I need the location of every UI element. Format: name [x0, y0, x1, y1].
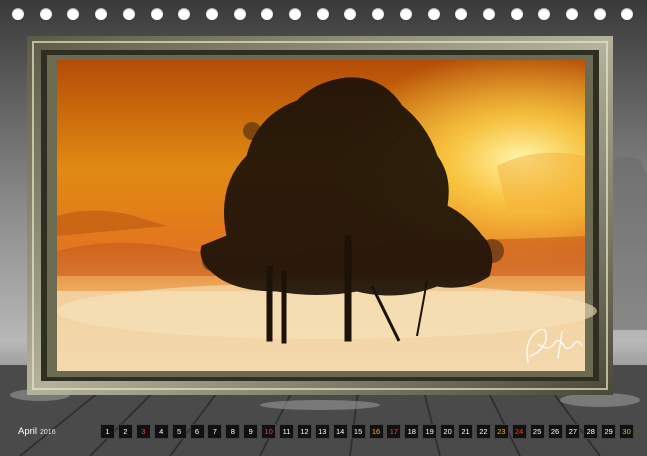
calendar-day: 7 — [207, 424, 223, 439]
binding-hole — [289, 8, 301, 20]
calendar-day: 8 — [225, 424, 241, 439]
calendar-day: 5 — [171, 424, 187, 439]
binding-hole — [593, 8, 606, 20]
calendar-day: 17 — [386, 424, 402, 439]
calendar-day: 20 — [440, 424, 456, 439]
binding-hole — [510, 8, 523, 20]
binding-hole — [67, 8, 80, 20]
binding-hole — [427, 8, 440, 20]
calendar-day: 10 — [261, 424, 277, 439]
year-label: 2016 — [40, 429, 56, 436]
binding-hole — [344, 8, 357, 20]
calendar-day: 29 — [601, 424, 617, 439]
calendar-day: 23 — [493, 424, 509, 439]
binding-hole — [455, 8, 468, 20]
calendar-day: 11 — [279, 424, 294, 439]
month-label: April — [18, 426, 38, 437]
binding-hole — [621, 8, 634, 20]
calendar-day: 26 — [547, 424, 563, 439]
binding-hole — [12, 8, 24, 20]
calendar-day: 30 — [619, 424, 635, 439]
calendar-strip: April 2016 1 2 3 4 5 6 7 8 9 10 11 12 13 14 15 16 17 18 19 2… — [14, 423, 635, 441]
calendar-day: 14 — [332, 424, 348, 439]
calendar-day: 1 — [100, 424, 115, 439]
calendar-day: 21 — [458, 424, 473, 439]
binding-hole — [399, 8, 412, 20]
calendar-day: 6 — [189, 424, 205, 439]
binding-hole — [538, 8, 551, 20]
calendar-day: 19 — [422, 424, 438, 439]
binding-hole — [566, 8, 578, 20]
binding-hole — [233, 8, 246, 20]
calendar-day: 12 — [296, 424, 312, 439]
calendar-day: 13 — [314, 424, 330, 439]
calendar-month: April 2016 — [18, 426, 56, 437]
binding-hole — [39, 8, 52, 20]
binding-hole — [150, 8, 163, 20]
binding-hole — [316, 8, 329, 20]
calendar-day: 28 — [583, 424, 599, 439]
calendar-day: 27 — [565, 424, 581, 439]
binding-hole — [122, 8, 135, 20]
binding-hole — [205, 8, 218, 20]
calendar-day: 3 — [135, 424, 151, 439]
calendar-day: 24 — [511, 424, 527, 439]
photographer-signature — [526, 328, 583, 363]
calendar-day: 9 — [243, 424, 259, 439]
calendar-day: 22 — [475, 424, 491, 439]
calendar-day: 16 — [368, 424, 384, 439]
calendar-day: 15 — [350, 424, 366, 439]
binding-hole — [178, 8, 191, 20]
calendar-day: 4 — [153, 424, 169, 439]
binding-hole — [482, 8, 495, 20]
binding-holes — [0, 0, 647, 26]
binding-hole — [95, 8, 108, 20]
calendar-day: 18 — [404, 424, 420, 439]
calendar-day: 25 — [529, 424, 545, 439]
binding-hole — [372, 8, 385, 20]
calendar-day: 2 — [117, 424, 133, 439]
binding-hole — [261, 8, 274, 20]
